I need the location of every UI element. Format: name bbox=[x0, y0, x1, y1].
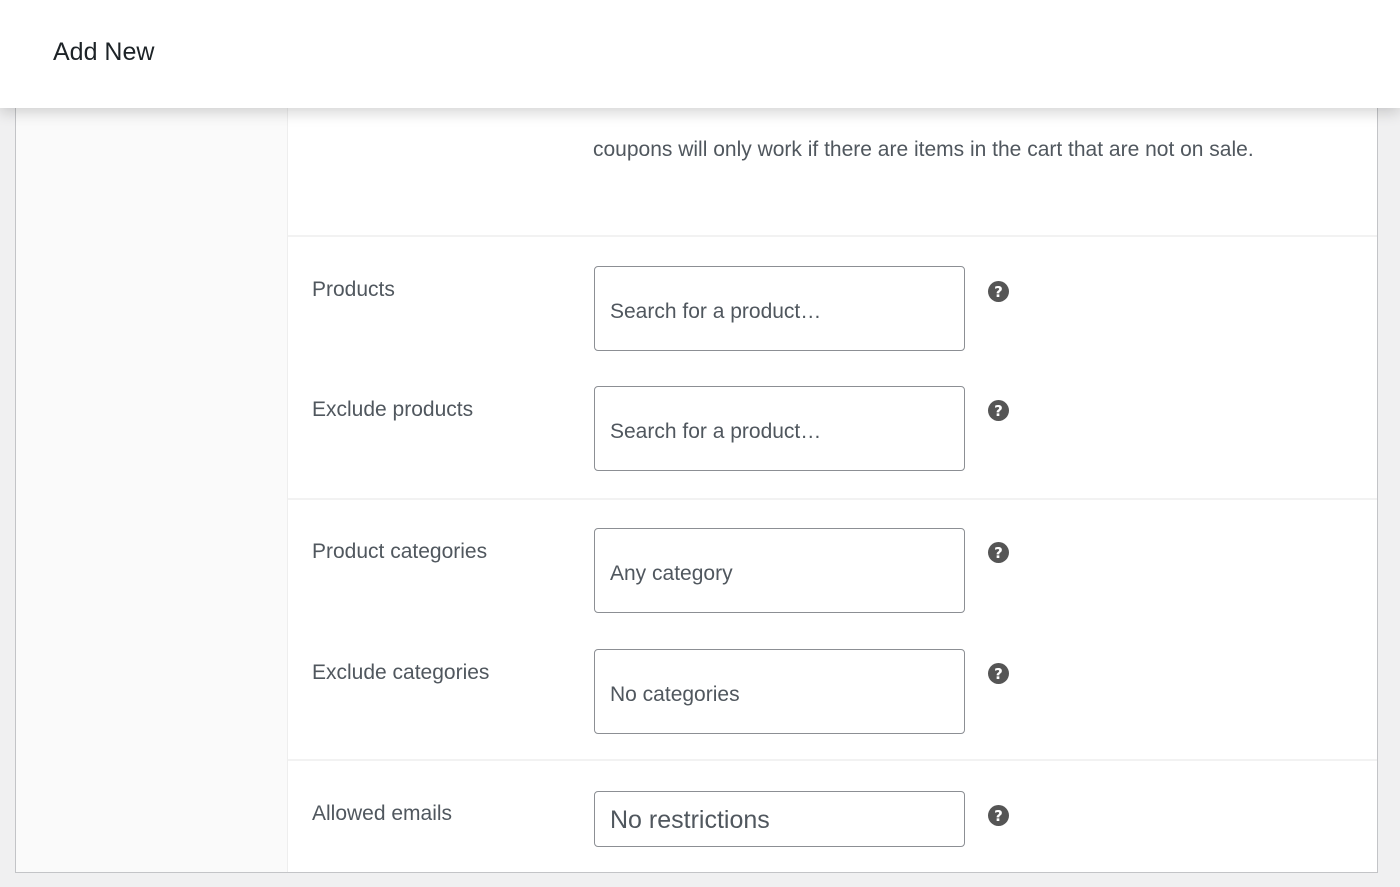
exclude-products-search-input[interactable]: Search for a product… bbox=[594, 386, 965, 471]
exclude-categories-label: Exclude categories bbox=[312, 661, 490, 684]
help-icon[interactable]: ? bbox=[988, 805, 1009, 826]
section-divider bbox=[288, 498, 1377, 500]
coupon-restrictions-panel: coupons will only work if there are item… bbox=[15, 100, 1378, 873]
help-icon[interactable]: ? bbox=[988, 400, 1009, 421]
section-divider bbox=[288, 759, 1377, 761]
top-bar: Add New bbox=[0, 0, 1400, 108]
allowed-emails-input[interactable]: No restrictions bbox=[594, 791, 965, 847]
help-icon[interactable]: ? bbox=[988, 281, 1009, 302]
products-label: Products bbox=[312, 278, 395, 301]
product-categories-select[interactable]: Any category bbox=[594, 528, 965, 613]
products-search-input[interactable]: Search for a product… bbox=[594, 266, 965, 351]
help-icon[interactable]: ? bbox=[988, 663, 1009, 684]
page-title: Add New bbox=[53, 38, 155, 66]
panel-tabs-sidebar bbox=[16, 101, 288, 872]
exclude-categories-select[interactable]: No categories bbox=[594, 649, 965, 734]
exclude-products-label: Exclude products bbox=[312, 398, 474, 421]
allowed-emails-label: Allowed emails bbox=[312, 802, 453, 825]
section-divider bbox=[288, 235, 1377, 237]
help-icon[interactable]: ? bbox=[988, 542, 1009, 563]
product-categories-label: Product categories bbox=[312, 540, 488, 563]
sale-items-description: coupons will only work if there are item… bbox=[593, 138, 1254, 161]
